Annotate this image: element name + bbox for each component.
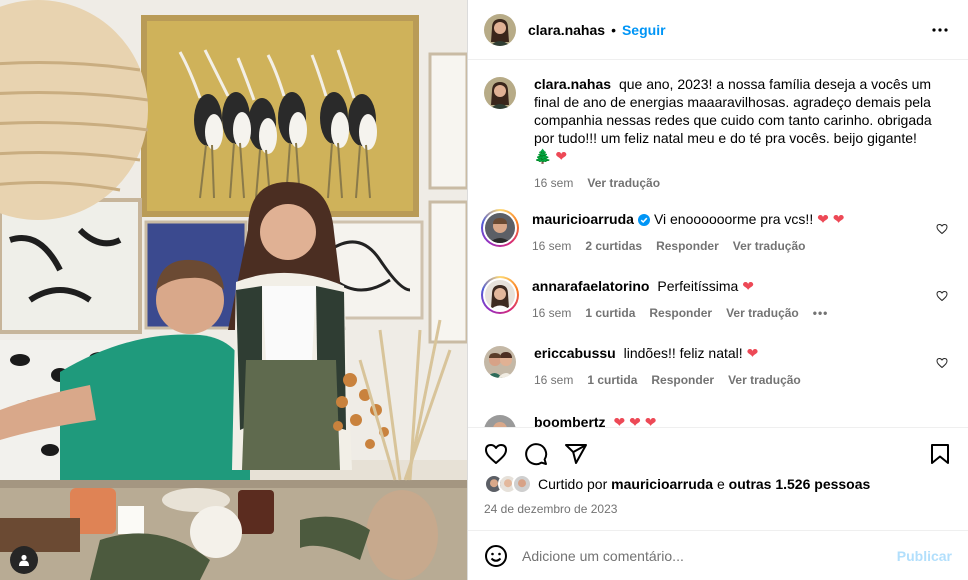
more-horizontal-icon[interactable] [928, 18, 952, 42]
comment-text: Vi enoooooorme pra vcs!! [653, 211, 814, 227]
verified-badge-icon [637, 214, 650, 226]
caption: clara.nahas que ano, 2023! a nossa famíl… [484, 75, 952, 192]
add-comment-bar: Publicar [468, 530, 968, 580]
liked-by-user[interactable]: mauricioarruda [611, 476, 713, 492]
avatar[interactable] [484, 415, 516, 427]
comment-username[interactable]: annarafaelatorino [532, 278, 649, 294]
comment-emoji: ❤ ❤ [817, 211, 845, 227]
comment-item: annarafaelatorino Perfeitíssima ❤ 16 sem… [481, 276, 952, 322]
user-tag-icon[interactable] [10, 546, 38, 574]
liked-by-prefix: Curtido por [538, 476, 608, 492]
comment-username[interactable]: ericcabussu [534, 345, 616, 361]
story-ring[interactable] [481, 276, 519, 314]
comment-time[interactable]: 16 sem [534, 371, 573, 389]
translate-link[interactable]: Ver tradução [728, 371, 801, 389]
liked-by-connector: e [716, 476, 725, 492]
post-actions: Curtido por mauricioarruda e outras 1.52… [468, 427, 968, 516]
comment-time[interactable]: 16 sem [532, 237, 571, 255]
story-ring[interactable] [481, 209, 519, 247]
avatar [512, 474, 532, 494]
liked-by-others[interactable]: outras 1.526 pessoas [729, 476, 871, 492]
bookmark-icon[interactable] [928, 442, 952, 466]
comment-username[interactable]: mauricioarruda [532, 211, 634, 227]
comment-item: boombertz ❤ ❤ ❤ [484, 413, 952, 427]
translate-link[interactable]: Ver tradução [726, 304, 799, 322]
comment-icon[interactable] [524, 442, 548, 466]
avatar [485, 213, 515, 243]
reply-button[interactable]: Responder [656, 237, 719, 255]
likes-summary: Curtido por mauricioarruda e outras 1.52… [484, 474, 952, 494]
post-photo[interactable] [0, 0, 467, 580]
share-icon[interactable] [564, 442, 588, 466]
avatar [485, 280, 515, 310]
comment-item: mauricioarruda Vi enoooooorme pra vcs!! ❤… [481, 209, 952, 255]
comment-likes[interactable]: 2 curtidas [585, 237, 642, 255]
caption-time[interactable]: 16 sem [534, 174, 573, 192]
reply-button[interactable]: Responder [649, 304, 712, 322]
heart-icon[interactable] [484, 442, 508, 466]
comment-like-heart-icon[interactable] [936, 289, 948, 305]
post-header: clara.nahas • Seguir [468, 0, 968, 60]
caption-username[interactable]: clara.nahas [534, 76, 611, 92]
comment-input[interactable] [522, 547, 897, 564]
follow-button[interactable]: Seguir [622, 22, 666, 38]
post-author-username[interactable]: clara.nahas [528, 22, 605, 38]
translate-link[interactable]: Ver tradução [587, 174, 660, 192]
separator-dot: • [611, 21, 616, 38]
comment-emoji: ❤ [742, 278, 754, 294]
comment-text: lindões!! feliz natal! [623, 345, 743, 361]
comment-text: Perfeitíssima [657, 278, 739, 294]
comments-list[interactable]: clara.nahas que ano, 2023! a nossa famíl… [468, 61, 968, 427]
comment-likes[interactable]: 1 curtida [585, 304, 635, 322]
post-side-panel: clara.nahas • Seguir clara.nahas que ano… [467, 0, 968, 580]
comment-emoji: ❤ [746, 345, 759, 361]
translate-link[interactable]: Ver tradução [733, 237, 806, 255]
comment-username[interactable]: boombertz [534, 414, 606, 427]
reply-button[interactable]: Responder [651, 371, 714, 389]
photo-scene [0, 0, 467, 580]
avatar[interactable] [484, 77, 516, 109]
avatar[interactable] [484, 13, 516, 46]
post-date[interactable]: 24 de dezembro de 2023 [484, 502, 952, 516]
publish-button[interactable]: Publicar [897, 548, 952, 564]
comment-emoji: ❤ ❤ ❤ [613, 414, 657, 427]
comment-likes[interactable]: 1 curtida [587, 371, 637, 389]
comment-item: ericcabussu lindões!! feliz natal! ❤ 16 … [484, 344, 952, 389]
avatar[interactable] [484, 346, 516, 378]
comment-like-heart-icon[interactable] [936, 222, 948, 238]
emoji-icon[interactable] [484, 544, 508, 568]
comment-like-heart-icon[interactable] [936, 356, 948, 372]
comment-time[interactable]: 16 sem [532, 304, 571, 322]
comment-options-icon[interactable]: ••• [813, 304, 829, 322]
caption-emojis: 🌲 ❤ [534, 148, 568, 164]
liked-by-avatars [484, 474, 532, 494]
